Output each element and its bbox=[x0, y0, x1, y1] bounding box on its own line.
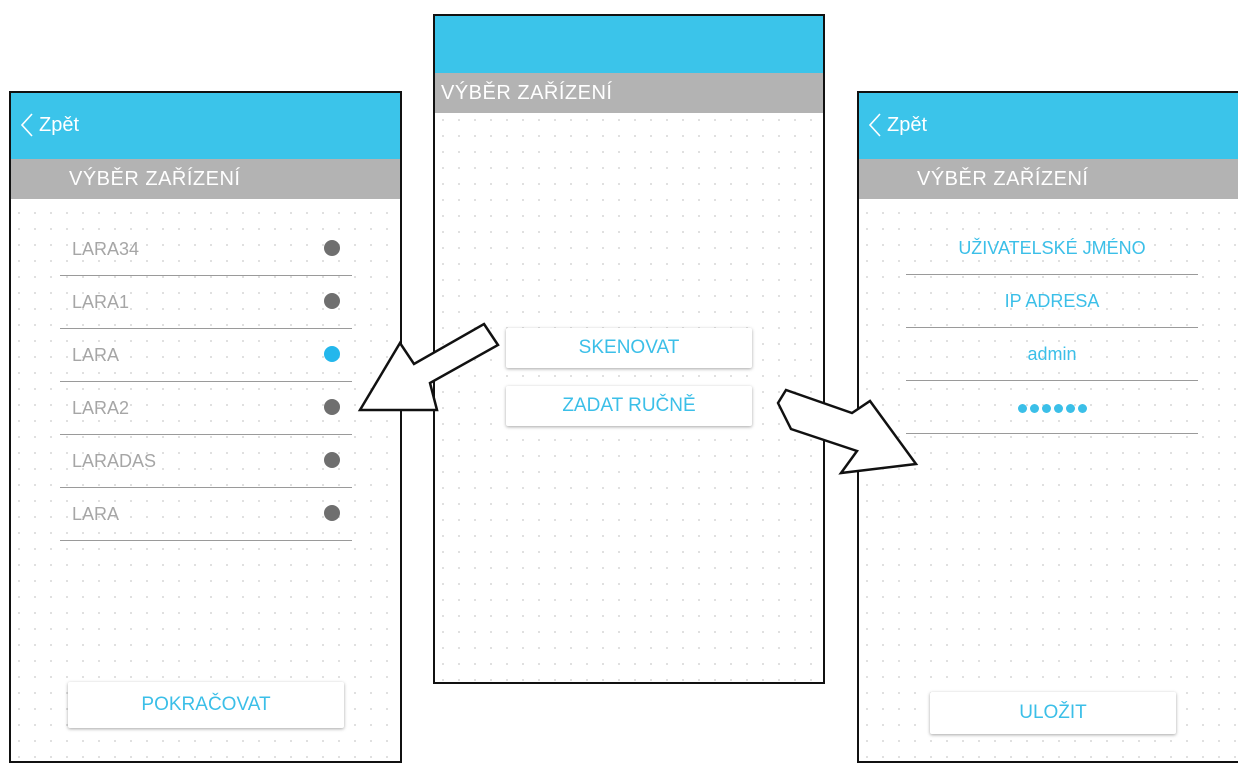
section-header: VÝBĚR ZAŘÍZENÍ bbox=[11, 159, 400, 199]
login-value: admin bbox=[1027, 344, 1077, 364]
section-title: VÝBĚR ZAŘÍZENÍ bbox=[917, 168, 1089, 190]
status-dot-icon bbox=[324, 399, 340, 415]
device-list-item[interactable]: LARADAS bbox=[60, 435, 352, 488]
selected-dot-icon bbox=[324, 346, 340, 362]
section-title: VÝBĚR ZAŘÍZENÍ bbox=[441, 82, 613, 104]
device-name: LARA1 bbox=[72, 292, 130, 312]
device-list-item[interactable]: LARA1 bbox=[60, 276, 352, 329]
ip-address-label: IP ADRESA bbox=[1004, 291, 1100, 311]
back-button[interactable]: Zpět bbox=[21, 113, 79, 137]
device-name: LARADAS bbox=[72, 451, 157, 471]
password-mask-icon bbox=[1016, 381, 1088, 433]
status-dot-icon bbox=[324, 240, 340, 256]
back-label: Zpět bbox=[39, 113, 80, 136]
device-name: LARA bbox=[72, 345, 120, 365]
back-label: Zpět bbox=[887, 113, 928, 136]
top-bar: Zpět bbox=[11, 93, 400, 159]
device-list-item[interactable]: LARA bbox=[60, 329, 352, 382]
back-button[interactable]: Zpět bbox=[869, 113, 927, 137]
chevron-left-icon bbox=[869, 113, 881, 137]
username-field[interactable]: UŽIVATELSKÉ JMÉNO bbox=[906, 222, 1198, 275]
manual-entry-screen: Zpět VÝBĚR ZAŘÍZENÍ UŽIVATELSKÉ JMÉNO IP… bbox=[857, 91, 1238, 763]
continue-button[interactable]: POKRAČOVAT bbox=[68, 682, 344, 728]
save-button[interactable]: ULOŽIT bbox=[930, 692, 1176, 734]
section-header: VÝBĚR ZAŘÍZENÍ bbox=[435, 73, 823, 113]
status-dot-icon bbox=[324, 505, 340, 521]
manual-entry-button[interactable]: ZADAT RUČNĚ bbox=[506, 386, 752, 426]
password-field[interactable] bbox=[906, 381, 1198, 434]
status-dot-icon bbox=[324, 293, 340, 309]
login-field[interactable]: admin bbox=[906, 328, 1198, 381]
device-name: LARA34 bbox=[72, 239, 140, 259]
top-bar bbox=[435, 16, 823, 73]
device-list-item[interactable]: LARA2 bbox=[60, 382, 352, 435]
device-select-screen: VÝBĚR ZAŘÍZENÍ SKENOVAT ZADAT RUČNĚ bbox=[433, 14, 825, 684]
scan-button[interactable]: SKENOVAT bbox=[506, 328, 752, 368]
device-name: LARA2 bbox=[72, 398, 130, 418]
chevron-left-icon bbox=[21, 113, 33, 137]
ip-address-field[interactable]: IP ADRESA bbox=[906, 275, 1198, 328]
section-title: VÝBĚR ZAŘÍZENÍ bbox=[69, 168, 241, 190]
top-bar: Zpět bbox=[859, 93, 1238, 159]
device-list-item[interactable]: LARA34 bbox=[60, 223, 352, 276]
section-header: VÝBĚR ZAŘÍZENÍ bbox=[859, 159, 1238, 199]
device-list-item[interactable]: LARA bbox=[60, 488, 352, 541]
status-dot-icon bbox=[324, 452, 340, 468]
device-name: LARA bbox=[72, 504, 120, 524]
username-label: UŽIVATELSKÉ JMÉNO bbox=[958, 238, 1146, 258]
device-list-screen: Zpět VÝBĚR ZAŘÍZENÍ LARA34 LARA1 LARA LA… bbox=[9, 91, 402, 763]
